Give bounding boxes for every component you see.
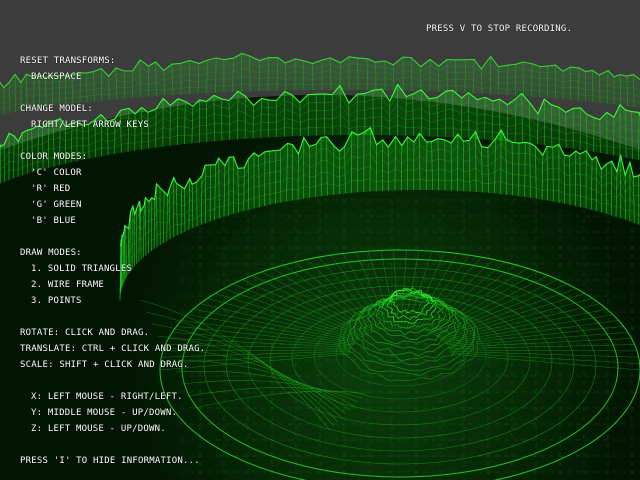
info-reset-heading: RESET TRANSFORMS: <box>20 56 116 66</box>
info-rotate: ROTATE: CLICK AND DRAG. <box>20 328 150 338</box>
render-viewport[interactable]: PRESS V TO STOP RECORDING. RESET TRANSFO… <box>0 0 640 480</box>
info-scale: SCALE: SHIFT + CLICK AND DRAG. <box>20 360 189 370</box>
info-color-modes-heading: COLOR MODES: <box>20 152 88 162</box>
info-axis-y: Y: MIDDLE MOUSE - UP/DOWN. <box>31 408 178 418</box>
info-change-model-keys: RIGHT/LEFT ARROW KEYS <box>31 120 149 130</box>
color-mode-red: 'R' RED <box>31 184 71 194</box>
info-reset-key: BACKSPACE <box>31 72 82 82</box>
draw-mode-wireframe: 2. WIRE FRAME <box>31 280 105 290</box>
color-mode-color: 'C' COLOR <box>31 168 82 178</box>
color-mode-green: 'G' GREEN <box>31 200 82 210</box>
recording-notice: PRESS V TO STOP RECORDING. <box>426 24 573 34</box>
color-mode-blue: 'B' BLUE <box>31 216 76 226</box>
info-axis-x: X: LEFT MOUSE - RIGHT/LEFT. <box>31 392 183 402</box>
info-translate: TRANSLATE: CTRL + CLICK AND DRAG. <box>20 344 206 354</box>
draw-mode-solid: 1. SOLID TRIANGLES <box>31 264 133 274</box>
info-draw-modes-heading: DRAW MODES: <box>20 248 82 258</box>
info-axis-z: Z: LEFT MOUSE - UP/DOWN. <box>31 424 166 434</box>
info-change-model-heading: CHANGE MODEL: <box>20 104 94 114</box>
info-hide-hint: PRESS 'I' TO HIDE INFORMATION... <box>20 456 200 466</box>
draw-mode-points: 3. POINTS <box>31 296 82 306</box>
